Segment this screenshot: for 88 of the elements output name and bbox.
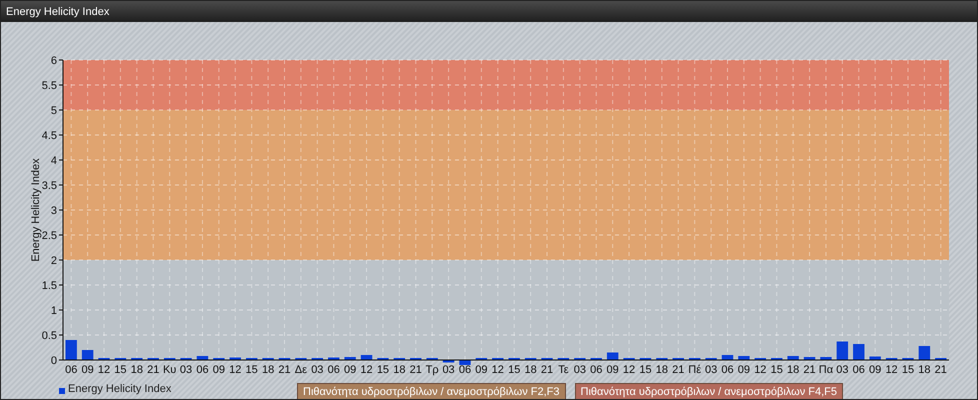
y-tick-label: 0.5 xyxy=(42,330,57,342)
y-tick-label: 1 xyxy=(50,305,57,317)
legend-label: Energy Helicity Index xyxy=(68,383,172,395)
x-tick-label: 15 xyxy=(639,364,652,376)
x-tick-label: 06 xyxy=(458,364,472,376)
x-tick-label: 09 xyxy=(738,364,750,376)
x-tick-label: 03 xyxy=(704,364,718,376)
bar xyxy=(787,356,799,360)
y-tick-label: 2 xyxy=(50,255,57,267)
x-tick-label: 21 xyxy=(147,364,160,376)
x-tick-label: 12 xyxy=(492,364,504,376)
bar xyxy=(722,355,734,360)
x-tick-label: Κυ xyxy=(162,364,176,376)
bar xyxy=(804,357,816,360)
legend-band: Πιθανότητα υδροστρόβιλων / ανεμοστρόβιλων F2,F3 xyxy=(297,383,566,399)
y-tick-label: 3.5 xyxy=(42,180,57,192)
window-title: Energy Helicity Index xyxy=(1,1,977,22)
x-tick-label: 21 xyxy=(410,364,422,376)
y-tick-label: 1.5 xyxy=(42,280,57,292)
x-tick-label: 06 xyxy=(590,364,602,376)
x-tick-label: 12 xyxy=(885,364,898,376)
bar xyxy=(82,350,94,360)
x-tick-label: 09 xyxy=(606,364,619,376)
x-tick-label: 15 xyxy=(376,364,390,376)
x-tick-label: Πέ xyxy=(688,364,702,376)
x-tick-label: 09 xyxy=(212,364,225,376)
x-tick-label: 09 xyxy=(344,364,356,376)
y-tick-label: 5.5 xyxy=(42,80,57,92)
x-tick-label: 12 xyxy=(98,364,110,376)
x-tick-label: 21 xyxy=(672,364,684,376)
x-tick-label: 06 xyxy=(852,364,865,376)
x-tick-label: 21 xyxy=(934,364,947,376)
x-tick-label: Πα xyxy=(818,364,834,376)
x-tick-label: 15 xyxy=(770,364,783,376)
x-tick-label: 09 xyxy=(475,364,488,376)
y-tick-label: 5 xyxy=(50,105,57,117)
x-tick-label: 06 xyxy=(65,364,78,376)
y-tick-label: 3 xyxy=(50,205,57,217)
x-tick-label: 15 xyxy=(114,364,127,376)
x-tick-label: 21 xyxy=(803,364,816,376)
bar xyxy=(820,357,832,360)
x-tick-label: Τρ xyxy=(426,364,439,376)
x-tick-label: 09 xyxy=(869,364,882,376)
bar xyxy=(738,356,750,360)
x-tick-label: 15 xyxy=(902,364,914,376)
bar xyxy=(853,344,864,360)
legend-band: Πιθανότητα υδροστρόβιλων / ανεμοστρόβιλων F4,F5 xyxy=(574,383,843,399)
bar xyxy=(66,340,77,360)
x-tick-label: 06 xyxy=(328,364,340,376)
bar xyxy=(869,356,881,360)
x-tick-label: 18 xyxy=(393,364,406,376)
x-tick-label: 18 xyxy=(262,364,274,376)
bar xyxy=(344,357,356,360)
x-tick-label: 18 xyxy=(524,364,537,376)
bar xyxy=(918,346,930,360)
x-tick-label: 12 xyxy=(754,364,766,376)
x-tick-label: 18 xyxy=(656,364,668,376)
x-tick-label: 18 xyxy=(787,364,800,376)
x-tick-label: 03 xyxy=(180,364,192,376)
bar xyxy=(196,356,208,360)
bar xyxy=(606,352,618,360)
x-tick-label: 09 xyxy=(81,364,94,376)
x-tick-label: 12 xyxy=(622,364,636,376)
x-tick-label: 21 xyxy=(540,364,554,376)
x-tick-label: Δε xyxy=(294,364,308,376)
x-tick-label: 03 xyxy=(311,364,324,376)
x-tick-label: Τε xyxy=(558,364,569,376)
x-tick-label: 06 xyxy=(721,364,734,376)
bar xyxy=(459,360,471,365)
x-tick-label: 18 xyxy=(130,364,143,376)
x-tick-label: 18 xyxy=(918,364,931,376)
bar xyxy=(360,355,372,360)
x-tick-label: 03 xyxy=(574,364,586,376)
x-tick-label: 12 xyxy=(360,364,373,376)
x-tick-label: 12 xyxy=(229,364,242,376)
x-tick-label: 03 xyxy=(836,364,848,376)
bar xyxy=(836,342,848,360)
x-tick-label: 06 xyxy=(196,364,209,376)
y-tick-label: 6 xyxy=(50,55,57,67)
y-tick-label: 0 xyxy=(50,355,57,367)
y-tick-label: 4.5 xyxy=(42,130,57,142)
x-tick-label: 15 xyxy=(508,364,520,376)
y-axis-title: Energy Helicity Index xyxy=(30,158,42,262)
x-tick-label: 21 xyxy=(278,364,291,376)
y-tick-label: 4 xyxy=(50,155,57,167)
x-tick-label: 15 xyxy=(246,364,258,376)
x-tick-label: 03 xyxy=(442,364,455,376)
y-tick-label: 2.5 xyxy=(42,230,57,242)
